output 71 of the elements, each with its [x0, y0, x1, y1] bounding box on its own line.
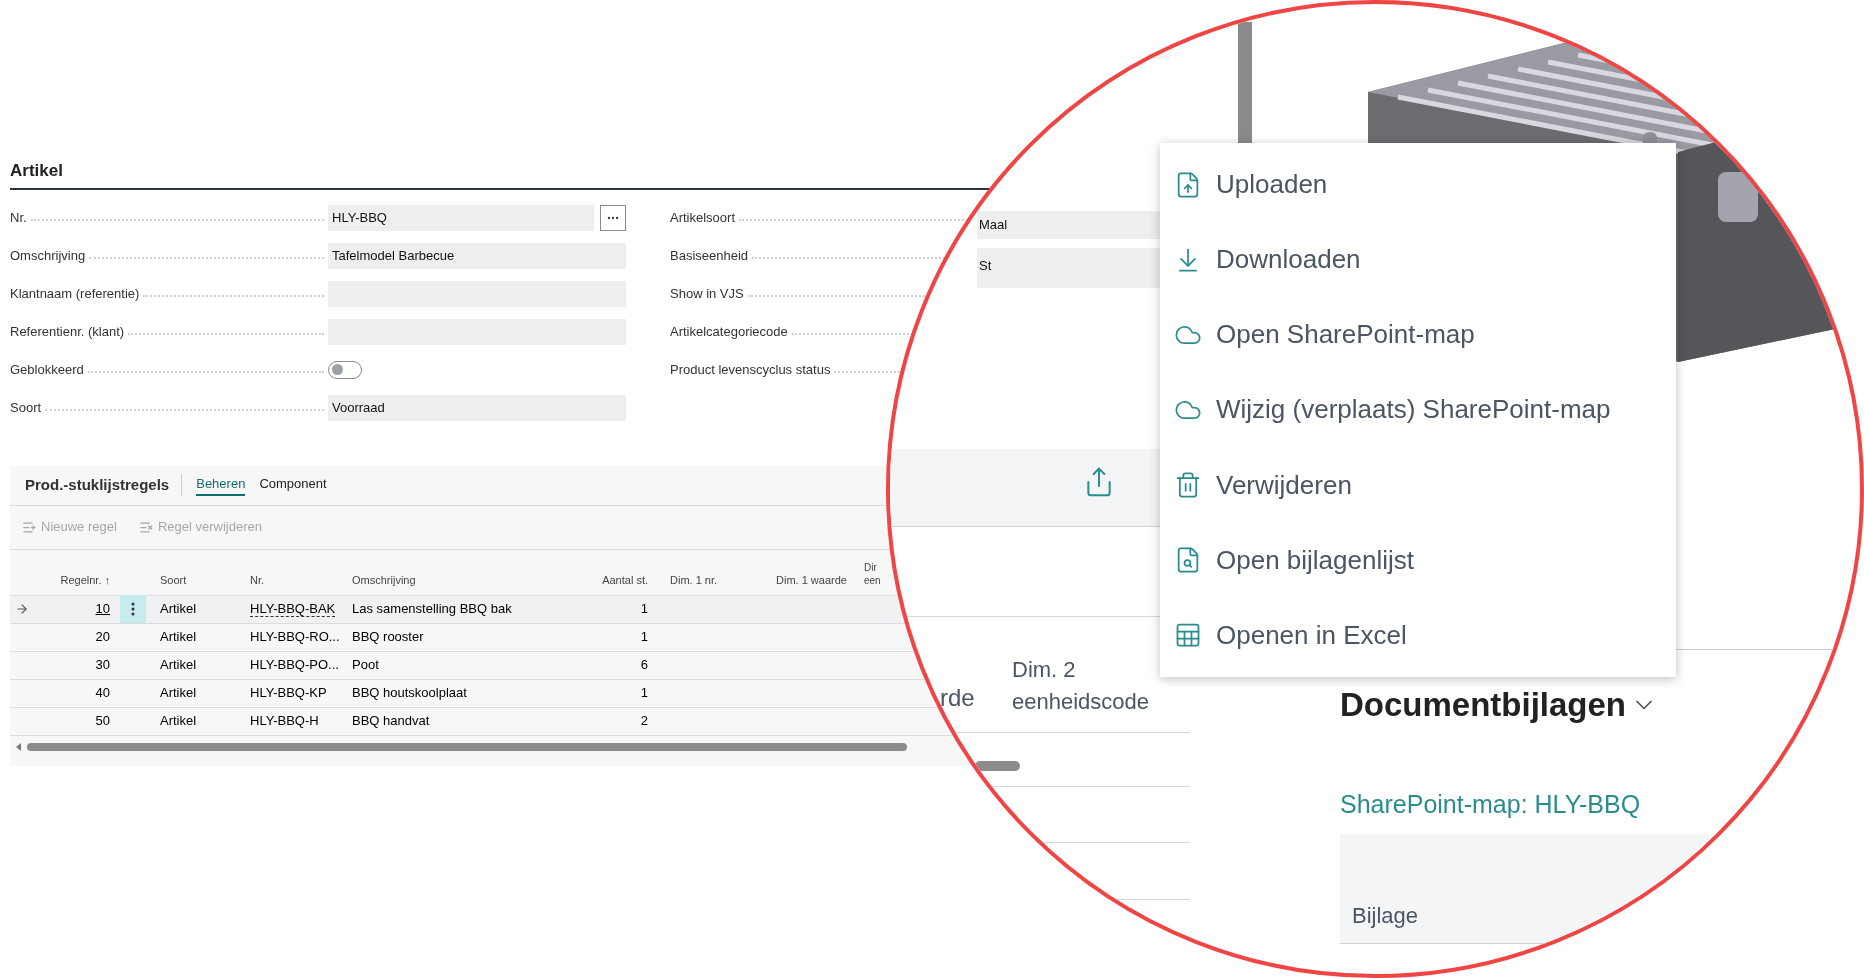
sharepoint-link[interactable]: SharePoint-map: HLY-BBQ [1340, 786, 1641, 824]
table-cell: Las samenstelling BBQ bak [352, 601, 512, 617]
column-header[interactable]: Nr. [250, 574, 265, 586]
table-cell: 1 [640, 685, 648, 701]
table-cell[interactable]: 50 [95, 713, 110, 729]
tab[interactable]: Beheren [196, 473, 246, 497]
table-cell: Artikel [160, 713, 197, 729]
column-header[interactable]: Dim. 1 waarde [776, 574, 847, 586]
scrollbar-thumb[interactable] [27, 742, 907, 751]
input-field[interactable]: Voorraad [328, 394, 626, 421]
table-cell: BBQ rooster [352, 629, 424, 645]
field-label: Artikelcategoriecode [670, 322, 788, 341]
field-label: Referentienr. (klant) [10, 322, 125, 341]
field-label: Basiseenheid [670, 246, 749, 265]
field-label: Show in VJS [670, 284, 744, 303]
column-header: rde [940, 683, 975, 713]
table-cell[interactable]: 30 [95, 657, 110, 673]
list-remove-icon [138, 519, 154, 535]
column-header: Dim. 2 eenheidscode [1012, 656, 1150, 716]
table-cell: Artikel [160, 629, 197, 645]
field-label: Artikelsoort [670, 208, 736, 227]
factbox-title: Documentbijlagen [1340, 685, 1627, 725]
field-label: Geblokkeerd [10, 360, 84, 379]
table-cell[interactable]: HLY-BBQ-RO... [250, 629, 340, 645]
column-header[interactable]: Omschrijving [352, 574, 416, 586]
part-title: Prod.-stuklijstregels [25, 473, 183, 497]
lookup-button[interactable] [600, 204, 626, 231]
column-header[interactable]: Dir een [864, 561, 881, 587]
section-title: Artikel [10, 160, 64, 182]
table-cell[interactable]: 10 [95, 601, 110, 617]
table-cell: Artikel [160, 601, 197, 617]
column-header[interactable]: Aantal st. [602, 574, 648, 586]
toggle-switch[interactable] [328, 360, 362, 379]
input-field[interactable]: HLY-BBQ [328, 204, 594, 231]
table-cell: 1 [640, 629, 648, 645]
list-plus-icon [22, 519, 37, 535]
row-menu-button[interactable] [120, 595, 146, 623]
column-header[interactable]: Dim. 1 nr. [670, 574, 718, 586]
table-cell[interactable]: HLY-BBQ-PO... [250, 657, 339, 673]
column-header[interactable]: Soort [160, 574, 187, 586]
scrollbar-thumb [975, 761, 1020, 771]
column-header[interactable]: Bijlage [1352, 899, 1419, 932]
table-cell: 6 [640, 657, 648, 673]
table-cell[interactable]: HLY-BBQ-KP [250, 685, 327, 701]
field-label: Soort [10, 398, 42, 417]
table-cell: Artikel [160, 657, 197, 673]
field-label: Nr. [10, 208, 27, 227]
field-label: Omschrijving [10, 246, 86, 265]
vertical-dots-icon [131, 602, 135, 616]
menu-item[interactable]: Openen in Excel [1160, 597, 1676, 673]
table-cell: Artikel [160, 685, 197, 701]
table-cell[interactable]: 40 [95, 685, 110, 701]
table-cell: 2 [640, 713, 648, 729]
table-cell[interactable]: 20 [95, 629, 110, 645]
menu-item[interactable]: Verwijderen [1160, 447, 1676, 523]
tab[interactable]: Component [259, 473, 327, 497]
trash-icon [1174, 471, 1202, 500]
table-cell[interactable]: HLY-BBQ-H [250, 713, 319, 729]
table-cell: Poot [352, 657, 379, 673]
menu-item[interactable]: Open bijlagenlijst [1160, 522, 1676, 598]
menu-item[interactable]: Open SharePoint-map [1160, 297, 1676, 373]
input-field[interactable]: Tafelmodel Barbecue [328, 242, 626, 269]
table-cell: 1 [640, 601, 648, 617]
column-header[interactable]: Regelnr. ↑ [60, 574, 110, 586]
table-cell[interactable]: HLY-BBQ-BAK [250, 601, 336, 618]
menu-item[interactable]: Wijzig (verplaats) SharePoint-map [1160, 372, 1676, 448]
field-label: Product levenscyclus status [670, 360, 831, 379]
table-cell: BBQ houtskoolplaat [352, 685, 467, 701]
field-label: Klantnaam (referentie) [10, 284, 140, 303]
table-cell: BBQ handvat [352, 713, 430, 729]
scroll-left-icon[interactable] [16, 742, 21, 751]
